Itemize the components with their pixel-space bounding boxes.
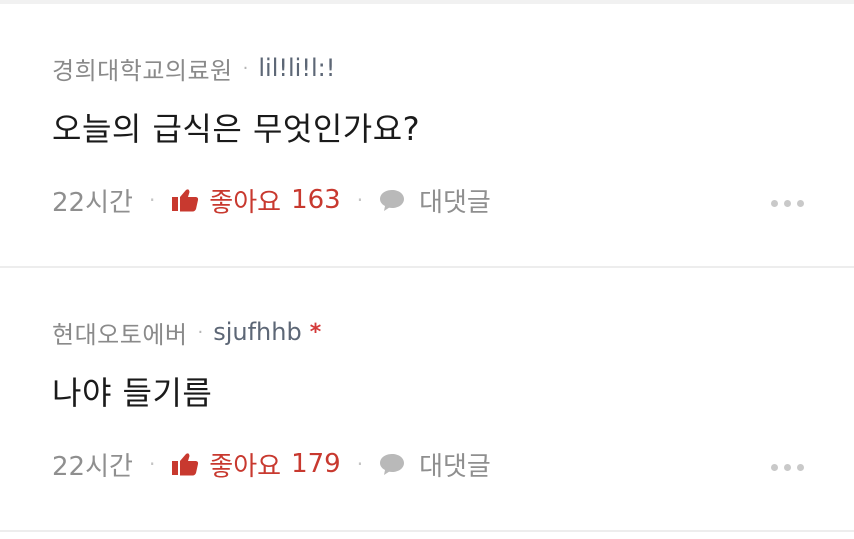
comment-actions: 22시간 · 좋아요 163 · 대댓글 <box>52 180 491 220</box>
comment-item: 경희대학교의료원 · lil!li!l:! 오늘의 급식은 무엇인가요? 22시… <box>0 4 854 266</box>
reply-label: 대댓글 <box>419 451 491 482</box>
thumbs-up-icon <box>172 453 199 476</box>
like-count: 163 <box>291 185 341 215</box>
action-separator: · <box>356 188 364 212</box>
comment-divider <box>0 530 854 532</box>
speech-bubble-icon <box>380 454 405 475</box>
comment-school: 현대오토에버 <box>52 320 188 349</box>
like-button[interactable]: 좋아요 179 <box>171 446 341 483</box>
comment-item: 현대오토에버 · sjufhhb * 나야 들기름 22시간 · 좋아요 179… <box>0 268 854 530</box>
comment-text: 오늘의 급식은 무엇인가요? <box>52 110 421 148</box>
comment-meta: 경희대학교의료원 · lil!li!l:! <box>52 48 335 88</box>
comment-time: 22시간 <box>52 451 133 482</box>
reply-button[interactable]: 대댓글 <box>379 182 491 219</box>
action-separator: · <box>148 188 156 212</box>
like-label: 좋아요 <box>209 187 282 218</box>
comment-nickname[interactable]: lil!li!l:! <box>258 54 335 82</box>
like-count: 179 <box>291 449 341 479</box>
more-dots-icon[interactable] <box>771 464 804 471</box>
comment-nickname[interactable]: sjufhhb <box>213 318 302 346</box>
action-separator: · <box>148 452 156 476</box>
thumbs-up-icon <box>172 189 199 212</box>
author-star-badge: * <box>309 319 322 345</box>
action-separator: · <box>356 452 364 476</box>
comment-text: 나야 들기름 <box>52 374 213 412</box>
reply-button[interactable]: 대댓글 <box>379 446 491 483</box>
like-button[interactable]: 좋아요 163 <box>171 182 341 219</box>
comment-meta: 현대오토에버 · sjufhhb * <box>52 312 321 352</box>
comment-time: 22시간 <box>52 187 133 218</box>
comment-actions: 22시간 · 좋아요 179 · 대댓글 <box>52 444 491 484</box>
like-label: 좋아요 <box>209 451 282 482</box>
reply-label: 대댓글 <box>419 187 491 218</box>
meta-separator: · <box>197 321 204 343</box>
comment-school: 경희대학교의료원 <box>52 56 233 85</box>
meta-separator: · <box>242 57 249 79</box>
more-dots-icon[interactable] <box>771 200 804 207</box>
speech-bubble-icon <box>380 190 405 211</box>
